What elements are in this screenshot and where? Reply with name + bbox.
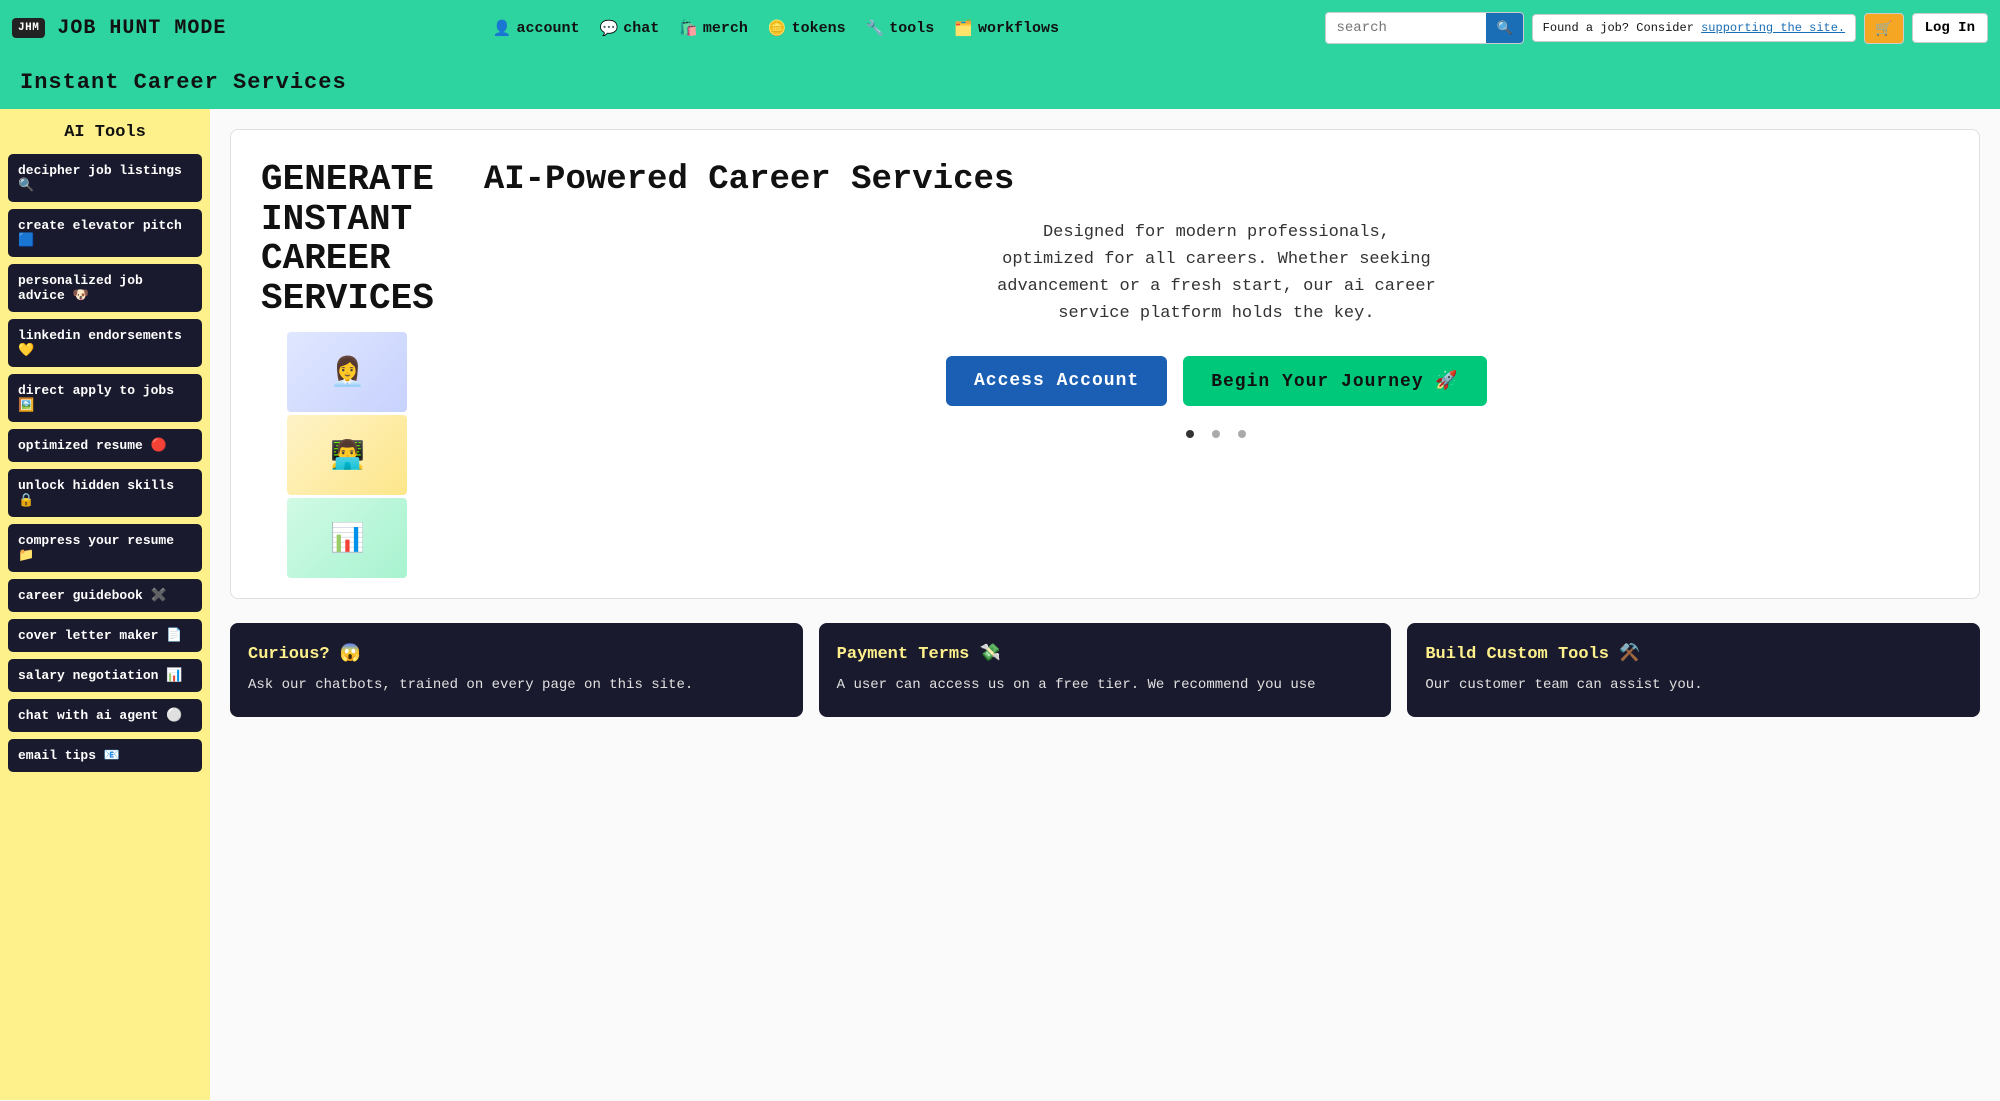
search-icon: 🔍 bbox=[1496, 20, 1512, 35]
tokens-icon: 🪙 bbox=[768, 19, 787, 38]
tools-icon: 🔧 bbox=[866, 19, 885, 38]
sidebar-item-salary-negotiation[interactable]: salary negotiation 📊 bbox=[8, 659, 202, 692]
sidebar-item-chat-with-ai-agent[interactable]: chat with ai agent ⚪ bbox=[8, 699, 202, 732]
hero-buttons: Access Account Begin Your Journey 🚀 bbox=[484, 356, 1949, 406]
nav-tokens[interactable]: 🪙 tokens bbox=[768, 19, 846, 38]
begin-journey-button[interactable]: Begin Your Journey 🚀 bbox=[1183, 356, 1487, 406]
payment-terms-card-title: Payment Terms 💸 bbox=[837, 643, 1374, 664]
page-header: Instant Career Services bbox=[0, 56, 2000, 109]
merch-icon: 🛍️ bbox=[679, 19, 698, 38]
payment-terms-card-body: A user can access us on a free tier. We … bbox=[837, 674, 1374, 696]
nav-chat[interactable]: 💬 chat bbox=[600, 19, 660, 38]
curious-card: Curious? 😱 Ask our chatbots, trained on … bbox=[230, 623, 803, 716]
nav-account[interactable]: 👤 account bbox=[493, 19, 580, 38]
account-icon: 👤 bbox=[493, 19, 512, 38]
hero-left: GENERATE INSTANT CAREER SERVICES 👩‍💼 👨‍💻… bbox=[261, 160, 434, 578]
sidebar-item-personalized-job-advice[interactable]: personalized job advice 🐶 bbox=[8, 264, 202, 312]
curious-card-body: Ask our chatbots, trained on every page … bbox=[248, 674, 785, 696]
sidebar-item-email-tips[interactable]: email tips 📧 bbox=[8, 739, 202, 772]
hero-image-3: 📊 bbox=[287, 498, 407, 578]
nav-tools[interactable]: 🔧 tools bbox=[866, 19, 935, 38]
search-input[interactable] bbox=[1326, 14, 1486, 42]
sidebar-item-cover-letter-maker[interactable]: cover letter maker 📄 bbox=[8, 619, 202, 652]
sidebar-item-unlock-hidden-skills[interactable]: unlock hidden skills 🔒 bbox=[8, 469, 202, 517]
hero-generate-text: GENERATE INSTANT CAREER SERVICES bbox=[261, 160, 434, 318]
nav-right: 🔍 Found a job? Consider supporting the s… bbox=[1325, 12, 1988, 44]
logo-title: JOB HUNT MODE bbox=[57, 17, 226, 40]
hero-image-icon-1: 👩‍💼 bbox=[330, 355, 365, 390]
nav-links: 👤 account 💬 chat 🛍️ merch 🪙 tokens 🔧 too… bbox=[244, 19, 1307, 38]
hero-dot-3 bbox=[1238, 430, 1246, 438]
custom-tools-card-title: Build Custom Tools ⚒️ bbox=[1425, 643, 1962, 664]
hero-image-icon-3: 📊 bbox=[330, 521, 365, 556]
curious-card-title: Curious? 😱 bbox=[248, 643, 785, 664]
hero-card: GENERATE INSTANT CAREER SERVICES 👩‍💼 👨‍💻… bbox=[230, 129, 1980, 599]
hero-dot-1 bbox=[1186, 430, 1194, 438]
sidebar-title: AI Tools bbox=[8, 123, 202, 142]
chat-icon: 💬 bbox=[600, 19, 619, 38]
search-button[interactable]: 🔍 bbox=[1486, 13, 1522, 43]
layout: AI Tools decipher job listings 🔍 create … bbox=[0, 109, 2000, 1100]
sidebar: AI Tools decipher job listings 🔍 create … bbox=[0, 109, 210, 1100]
search-bar: 🔍 bbox=[1325, 12, 1523, 44]
hero-image-1: 👩‍💼 bbox=[287, 332, 407, 412]
sidebar-item-optimized-resume[interactable]: optimized resume 🔴 bbox=[8, 429, 202, 462]
custom-tools-card: Build Custom Tools ⚒️ Our customer team … bbox=[1407, 623, 1980, 716]
sidebar-item-linkedin-endorsements[interactable]: linkedin endorsements 💛 bbox=[8, 319, 202, 367]
hero-image-icon-2: 👨‍💻 bbox=[330, 438, 365, 473]
support-message: Found a job? Consider supporting the sit… bbox=[1532, 14, 1856, 42]
hero-right: AI-Powered Career Services Designed for … bbox=[464, 160, 1949, 438]
hero-images: 👩‍💼 👨‍💻 📊 bbox=[287, 332, 407, 578]
hero-title: AI-Powered Career Services bbox=[484, 160, 1949, 201]
logo-abbr: JHM bbox=[12, 18, 45, 38]
sidebar-item-create-elevator-pitch[interactable]: create elevator pitch 🟦 bbox=[8, 209, 202, 257]
main-content: GENERATE INSTANT CAREER SERVICES 👩‍💼 👨‍💻… bbox=[210, 109, 2000, 1100]
sidebar-item-compress-your-resume[interactable]: compress your resume 📁 bbox=[8, 524, 202, 572]
hero-description: Designed for modern professionals, optim… bbox=[484, 219, 1949, 328]
navbar: JHM JOB HUNT MODE 👤 account 💬 chat 🛍️ me… bbox=[0, 0, 2000, 56]
support-link[interactable]: supporting the site. bbox=[1701, 21, 1845, 35]
cart-icon: 🛒 bbox=[1875, 20, 1892, 36]
hero-dot-2 bbox=[1212, 430, 1220, 438]
custom-tools-card-body: Our customer team can assist you. bbox=[1425, 674, 1962, 696]
cart-button[interactable]: 🛒 bbox=[1864, 13, 1903, 44]
sidebar-item-career-guidebook[interactable]: career guidebook ✖️ bbox=[8, 579, 202, 612]
hero-image-2: 👨‍💻 bbox=[287, 415, 407, 495]
sidebar-item-direct-apply-to-jobs[interactable]: direct apply to jobs 🖼️ bbox=[8, 374, 202, 422]
hero-dots bbox=[484, 430, 1949, 438]
page-title: Instant Career Services bbox=[20, 70, 347, 95]
sidebar-item-decipher-job-listings[interactable]: decipher job listings 🔍 bbox=[8, 154, 202, 202]
workflows-icon: 🗂️ bbox=[954, 19, 973, 38]
cards-row: Curious? 😱 Ask our chatbots, trained on … bbox=[230, 623, 1980, 716]
nav-workflows[interactable]: 🗂️ workflows bbox=[954, 19, 1059, 38]
nav-merch[interactable]: 🛍️ merch bbox=[679, 19, 748, 38]
login-button[interactable]: Log In bbox=[1912, 13, 1988, 43]
access-account-button[interactable]: Access Account bbox=[946, 356, 1167, 406]
payment-terms-card: Payment Terms 💸 A user can access us on … bbox=[819, 623, 1392, 716]
